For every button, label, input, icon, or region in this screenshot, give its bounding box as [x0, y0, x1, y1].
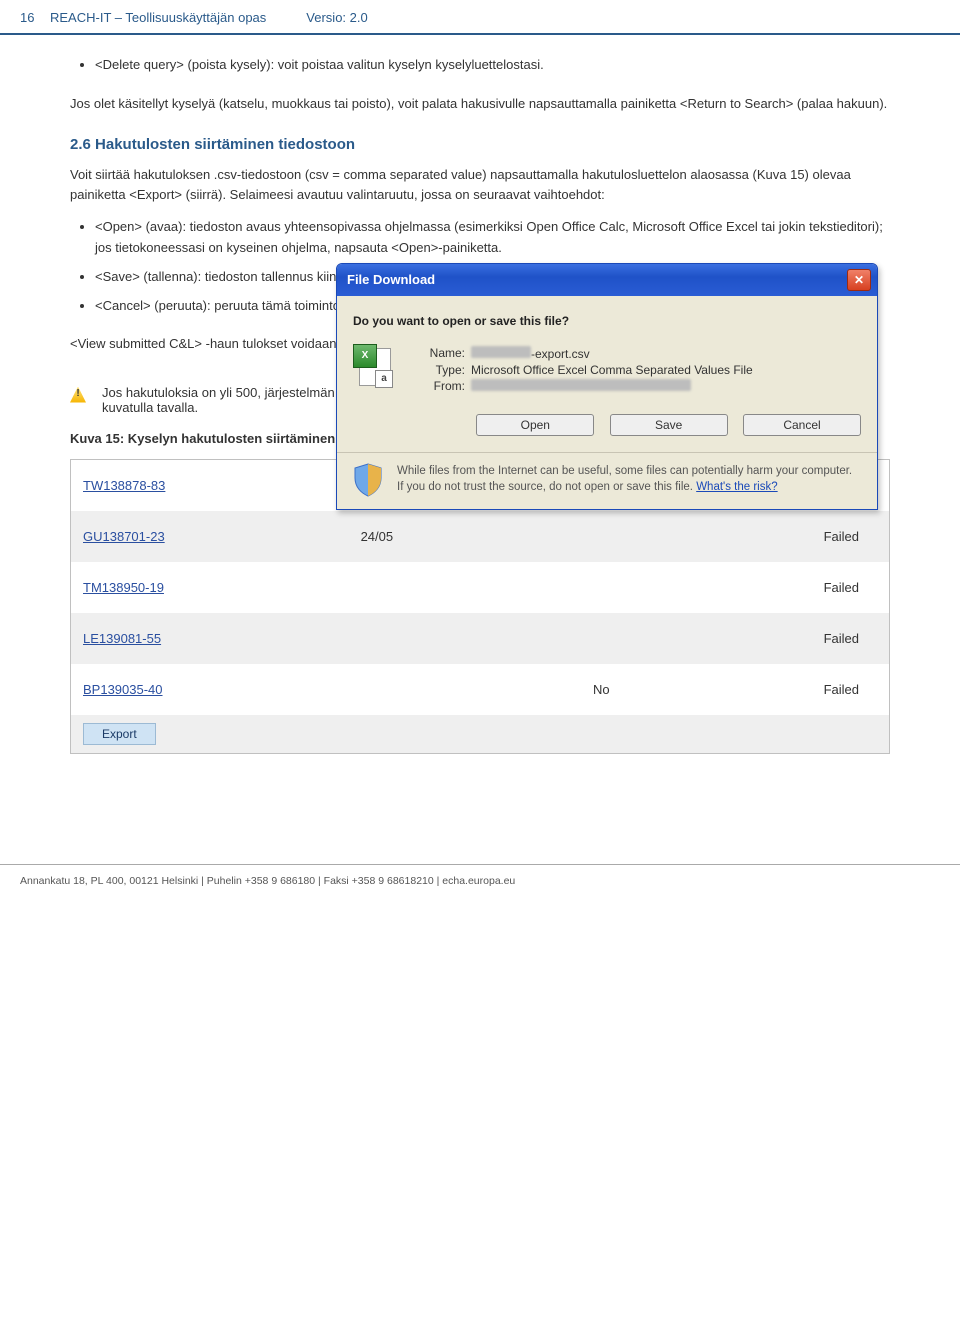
bullet-delete-query: <Delete query> (poista kysely): voit poi…	[95, 55, 890, 76]
dialog-titlebar[interactable]: File Download ✕	[337, 264, 877, 296]
bullet-open: <Open> (avaa): tiedoston avaus yhteensop…	[95, 217, 890, 259]
type-label: Type:	[411, 363, 465, 377]
result-flag	[581, 613, 687, 664]
type-value: Microsoft Office Excel Comma Separated V…	[471, 363, 753, 377]
file-download-dialog: File Download ✕ Do you want to open or s…	[336, 263, 878, 510]
result-id-link[interactable]: TW138878-83	[83, 478, 165, 493]
dialog-title: File Download	[347, 272, 435, 287]
dialog-question: Do you want to open or save this file?	[353, 314, 861, 328]
warning-icon	[70, 387, 86, 403]
table-row: BP139035-40 No Failed	[71, 664, 889, 715]
table-row: GU138701-23 24/05 Failed	[71, 511, 889, 562]
figure-15: TW138878-83 24/05/2012 No Failed GU13870…	[70, 459, 890, 754]
export-button[interactable]: Export	[83, 723, 156, 745]
result-id-link[interactable]: LE139081-55	[83, 631, 161, 646]
file-type-icon: X a	[353, 344, 393, 388]
close-icon[interactable]: ✕	[847, 269, 871, 291]
section-heading: 2.6 Hakutulosten siirtäminen tiedostoon	[70, 136, 890, 153]
from-value	[471, 379, 691, 394]
result-status: Failed	[687, 613, 889, 664]
page-number: 16	[20, 10, 50, 25]
result-date	[349, 664, 581, 715]
top-bullets: <Delete query> (poista kysely): voit poi…	[95, 55, 890, 76]
export-row: Export	[71, 715, 889, 753]
name-value: -export.csv	[471, 346, 590, 361]
open-button[interactable]: Open	[476, 414, 594, 436]
table-row: LE139081-55 Failed	[71, 613, 889, 664]
result-status: Failed	[687, 511, 889, 562]
result-id-link[interactable]: TM138950-19	[83, 580, 164, 595]
result-status: Failed	[687, 664, 889, 715]
result-id-link[interactable]: BP139035-40	[83, 682, 163, 697]
return-to-search-para: Jos olet käsitellyt kyselyä (katselu, mu…	[70, 94, 890, 114]
version-label: Versio: 2.0	[306, 10, 367, 25]
section-intro: Voit siirtää hakutuloksen .csv-tiedostoo…	[70, 165, 890, 205]
save-button[interactable]: Save	[610, 414, 728, 436]
cancel-button[interactable]: Cancel	[743, 414, 861, 436]
doc-title: REACH-IT – Teollisuuskäyttäjän opas	[50, 10, 266, 25]
warning-text: While files from the Internet can be use…	[397, 465, 852, 493]
result-status: Failed	[687, 562, 889, 613]
result-flag	[581, 562, 687, 613]
dialog-warning: While files from the Internet can be use…	[353, 463, 861, 497]
name-label: Name:	[411, 346, 465, 361]
from-label: From:	[411, 379, 465, 394]
whats-the-risk-link[interactable]: What's the risk?	[696, 481, 777, 493]
result-date	[349, 613, 581, 664]
result-flag	[581, 511, 687, 562]
result-id-link[interactable]: GU138701-23	[83, 529, 165, 544]
file-meta: Name: -export.csv Type: Microsoft Office…	[411, 344, 753, 396]
page-content: <Delete query> (poista kysely): voit poi…	[0, 55, 960, 804]
page-header: 16 REACH-IT – Teollisuuskäyttäjän opas V…	[0, 0, 960, 35]
result-date	[349, 562, 581, 613]
dialog-buttons: Open Save Cancel	[353, 414, 861, 436]
result-date: 24/05	[349, 511, 581, 562]
table-row: TM138950-19 Failed	[71, 562, 889, 613]
shield-icon	[353, 463, 383, 497]
page-footer: Annankatu 18, PL 400, 00121 Helsinki | P…	[0, 864, 960, 897]
result-flag: No	[581, 664, 687, 715]
